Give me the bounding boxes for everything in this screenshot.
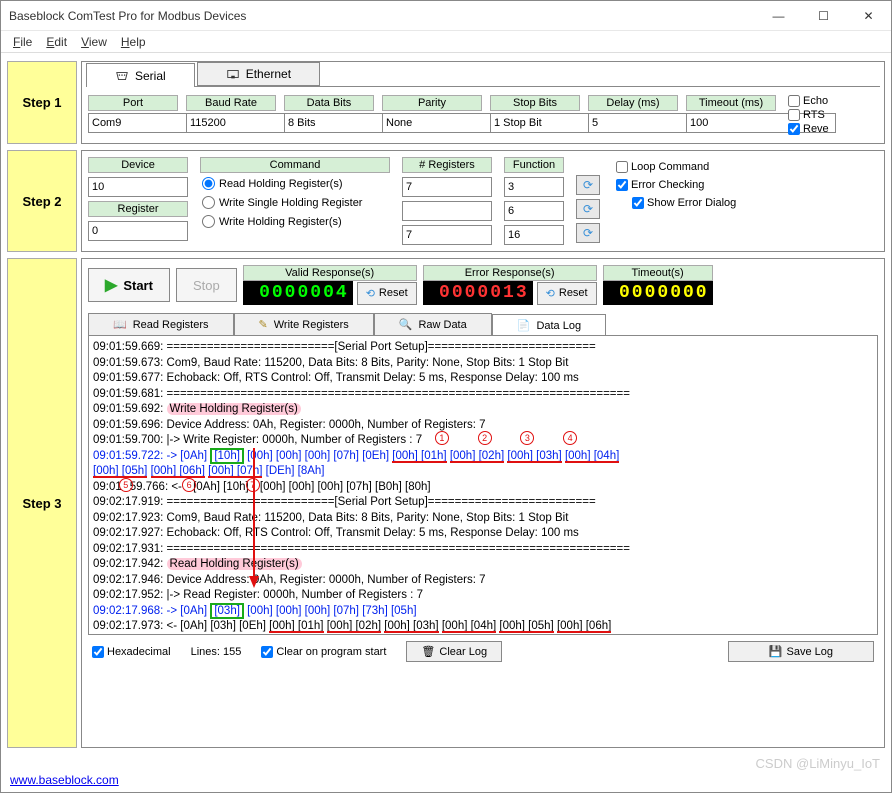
register-input[interactable] [88, 221, 188, 241]
minimize-button[interactable]: — [756, 1, 801, 31]
play-icon: ▶ [105, 275, 117, 295]
reset-icon: ⟲ [366, 287, 375, 300]
echo-checkbox[interactable] [788, 95, 800, 107]
device-label: Device [88, 157, 188, 173]
port-label: Port [88, 95, 178, 111]
refresh-1[interactable]: ⟳ [576, 175, 600, 195]
loop-checkbox[interactable] [616, 161, 628, 173]
func-label: Function [504, 157, 564, 173]
reset-valid[interactable]: ⟲Reset [357, 282, 417, 305]
func-input-3[interactable] [504, 225, 564, 245]
cmd-write-multi-radio[interactable] [202, 215, 215, 228]
menu-help[interactable]: Help [115, 33, 152, 51]
func-input-1[interactable] [504, 177, 564, 197]
errchk-checkbox[interactable] [616, 179, 628, 191]
tab-write-registers[interactable]: ✎Write Registers [234, 313, 374, 335]
tab-data-log[interactable]: 📄Data Log [492, 314, 606, 336]
serial-icon [115, 69, 129, 83]
menubar: File Edit View Help [1, 31, 891, 53]
tab-raw-data[interactable]: 🔍Raw Data [374, 313, 492, 335]
nregs-input-3[interactable] [402, 225, 492, 245]
device-input[interactable] [88, 177, 188, 197]
start-button[interactable]: ▶Start [88, 268, 170, 302]
log-pane[interactable]: 09:01:59.669: =========================[… [88, 335, 878, 635]
valid-counter: 0000004 [243, 281, 353, 305]
nregs-label: # Registers [402, 157, 492, 173]
menu-file[interactable]: File [7, 33, 38, 51]
error-label: Error Response(s) [423, 265, 597, 281]
tab-ethernet[interactable]: Ethernet [197, 62, 320, 86]
func-input-2[interactable] [504, 201, 564, 221]
refresh-icon: ⟳ [583, 202, 593, 216]
close-button[interactable]: ✕ [846, 1, 891, 31]
parity-label: Parity [382, 95, 482, 111]
window-title: Baseblock ComTest Pro for Modbus Devices [9, 9, 756, 23]
tab-read-registers[interactable]: 📖Read Registers [88, 313, 234, 335]
valid-label: Valid Response(s) [243, 265, 417, 281]
clear-log-button[interactable]: 🗑Clear Log [406, 641, 502, 662]
reve-checkbox[interactable] [788, 123, 800, 135]
refresh-3[interactable]: ⟳ [576, 223, 600, 243]
step2-label: Step 2 [7, 150, 77, 252]
step3-label: Step 3 [7, 258, 77, 748]
refresh-icon: ⟳ [583, 178, 593, 192]
maximize-button[interactable]: ☐ [801, 1, 846, 31]
stopbits-label: Stop Bits [490, 95, 580, 111]
step1-label: Step 1 [7, 61, 77, 144]
tab-serial[interactable]: Serial [86, 63, 195, 87]
showerr-checkbox[interactable] [632, 197, 644, 209]
clear-icon: 🗑 [421, 645, 435, 658]
disk-icon: 💾 [769, 645, 783, 658]
footer-link[interactable]: www.baseblock.com [10, 773, 119, 787]
rts-checkbox[interactable] [788, 109, 800, 121]
stop-button[interactable]: Stop [176, 268, 237, 302]
databits-label: Data Bits [284, 95, 374, 111]
command-label: Command [200, 157, 390, 173]
delay-label: Delay (ms) [588, 95, 678, 111]
register-label: Register [88, 201, 188, 217]
timeout-counter: 0000000 [603, 281, 713, 305]
nregs-input-2[interactable] [402, 201, 492, 221]
refresh-icon: ⟳ [583, 226, 593, 240]
titlebar: Baseblock ComTest Pro for Modbus Devices… [1, 1, 891, 31]
clear-start-checkbox[interactable] [261, 646, 273, 658]
menu-edit[interactable]: Edit [40, 33, 73, 51]
reset-error[interactable]: ⟲Reset [537, 282, 597, 305]
timeout-label: Timeout (ms) [686, 95, 776, 111]
cmd-read-radio[interactable] [202, 177, 215, 190]
watermark: CSDN @LiMinyu_IoT [756, 756, 880, 771]
lines-count: Lines: 155 [191, 646, 242, 658]
hex-checkbox[interactable] [92, 646, 104, 658]
timeout-label: Timeout(s) [603, 265, 713, 281]
ethernet-icon [226, 67, 240, 81]
save-log-button[interactable]: 💾Save Log [728, 641, 874, 662]
menu-view[interactable]: View [75, 33, 113, 51]
reset-icon: ⟲ [546, 287, 555, 300]
baud-label: Baud Rate [186, 95, 276, 111]
cmd-write-single-radio[interactable] [202, 196, 215, 209]
error-counter: 0000013 [423, 281, 533, 305]
nregs-input-1[interactable] [402, 177, 492, 197]
refresh-2[interactable]: ⟳ [576, 199, 600, 219]
